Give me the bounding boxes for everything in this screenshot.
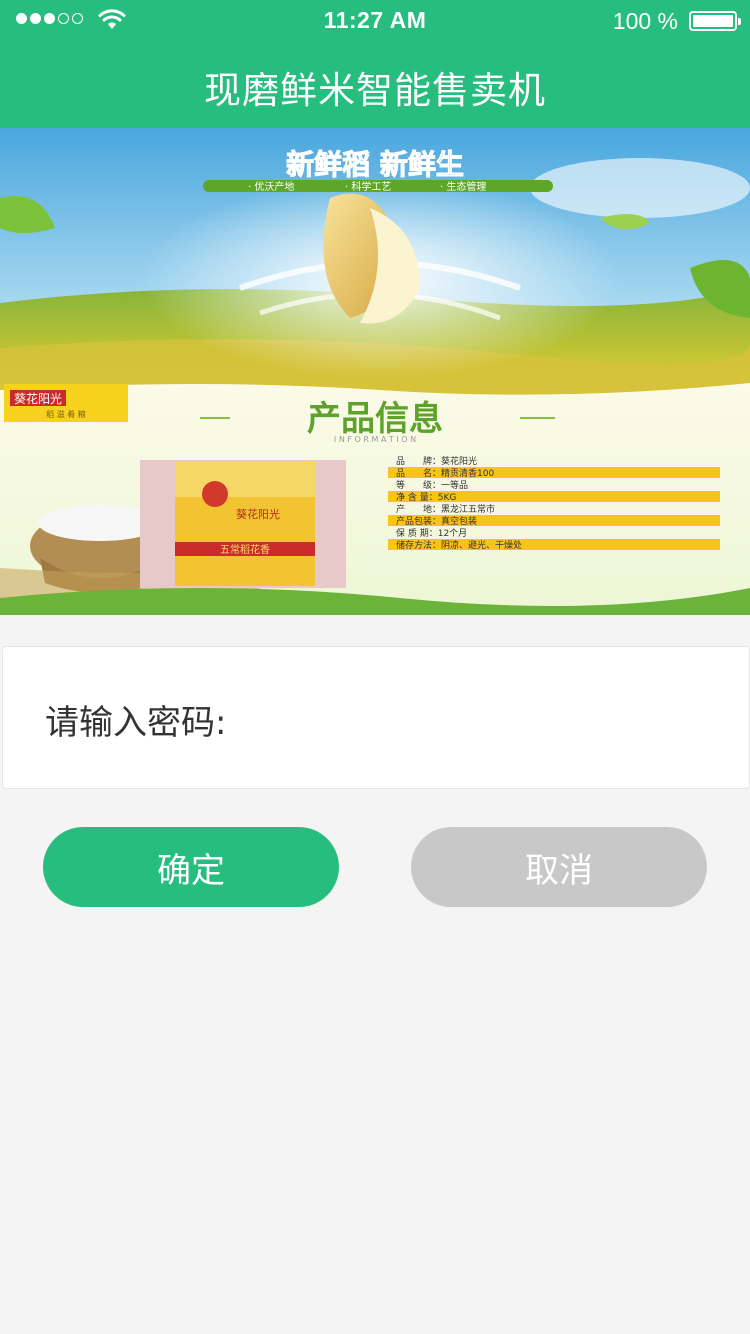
info-row-text: 品 牌：葵花阳光 xyxy=(396,455,477,467)
info-row-text: 等 级：一等品 xyxy=(396,479,468,491)
confirm-button[interactable]: 确定 xyxy=(43,827,339,907)
product-banner-image: 新鲜稻 新鲜生 · 优沃产地 · 科学工艺 · 生态管理 葵花阳光 稻 滋 肴 … xyxy=(0,128,750,615)
svg-text:葵花阳光: 葵花阳光 xyxy=(236,507,280,521)
status-bar: 11:27 AM 100 % xyxy=(0,0,750,40)
svg-text:新鲜稻 新鲜生: 新鲜稻 新鲜生 xyxy=(286,148,464,181)
cancel-button[interactable]: 取消 xyxy=(411,827,707,907)
svg-text:I N F O R M A T I O N: I N F O R M A T I O N xyxy=(334,435,416,444)
info-row-text: 品 名：精贡清香100 xyxy=(396,467,494,479)
svg-text:产品信息: 产品信息 xyxy=(307,399,443,439)
app-header: 11:27 AM 100 % 现磨鲜米智能售卖机 xyxy=(0,0,750,128)
password-label: 请输入密码: xyxy=(45,703,227,743)
info-row-text: 净 含 量：5KG xyxy=(396,491,456,503)
svg-text:· 优沃产地: · 优沃产地 xyxy=(248,180,294,193)
battery-percentage: 100 % xyxy=(612,8,678,34)
info-row-text: 产 地：黑龙江五常市 xyxy=(396,503,495,515)
svg-text:葵花阳光: 葵花阳光 xyxy=(14,391,62,406)
info-row-text: 产品包装：真空包装 xyxy=(396,515,477,527)
svg-text:稻 滋 肴 粮: 稻 滋 肴 粮 xyxy=(46,409,86,419)
svg-text:· 科学工艺: · 科学工艺 xyxy=(345,180,391,193)
info-row-text: 储存方法：阴凉、避光、干燥处 xyxy=(396,539,522,551)
info-row-text: 保 质 期：12个月 xyxy=(396,527,467,539)
svg-text:五常稻花香: 五常稻花香 xyxy=(220,543,270,556)
battery-icon xyxy=(689,11,741,31)
page-title: 现磨鲜米智能售卖机 xyxy=(204,69,546,112)
svg-text:· 生态管理: · 生态管理 xyxy=(440,180,486,193)
password-input-field[interactable]: 请输入密码: xyxy=(2,646,750,789)
